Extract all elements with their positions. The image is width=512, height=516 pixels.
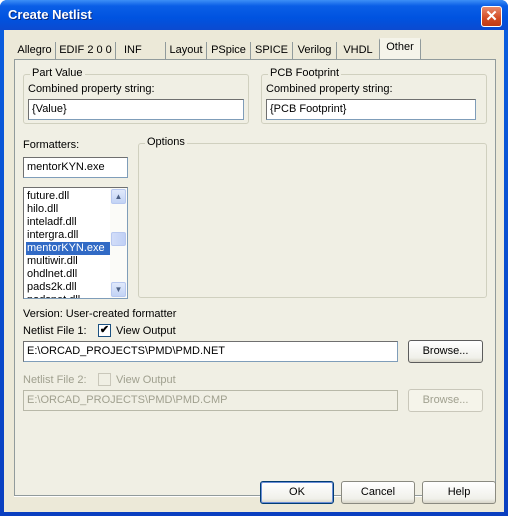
view-output-2-label[interactable]: View Output [116,374,176,386]
list-item[interactable]: padsnet.dll [26,294,110,298]
tab-label: Other [386,41,414,53]
netlist-file-1-label: Netlist File 1: [23,325,87,337]
cancel-button[interactable]: Cancel [341,481,415,504]
create-netlist-dialog: Create Netlist ✕ Allegro EDIF 2 0 0 INF … [0,0,508,516]
tab-vhdl[interactable]: VHDL [337,42,379,60]
help-button[interactable]: Help [422,481,496,504]
list-item[interactable]: hilo.dll [26,203,110,216]
tab-label: VHDL [343,44,373,56]
netlist-file-2-path-input[interactable]: E:\ORCAD_PROJECTS\PMD\PMD.CMP [23,390,398,411]
tab-label: Verilog [297,44,332,56]
tab-inf[interactable]: INF [116,42,166,60]
tab-edif[interactable]: EDIF 2 0 0 [56,42,116,60]
tab-label: Layout [169,44,203,56]
tab-other[interactable]: Other [379,38,421,60]
netlist-file-2-label: Netlist File 2: [23,374,87,386]
list-item[interactable]: ohdlnet.dll [26,268,110,281]
tab-verilog[interactable]: Verilog [293,42,337,60]
scroll-thumb[interactable] [111,232,126,246]
formatters-label: Formatters: [23,139,80,151]
list-item[interactable]: intergra.dll [26,229,110,242]
part-value-group-label: Part Value [30,67,85,79]
ok-button[interactable]: OK [260,481,334,504]
list-item-selected[interactable]: mentorKYN.exe [26,242,110,255]
part-value-field-label: Combined property string: [28,83,155,95]
tab-allegro[interactable]: Allegro [14,42,56,60]
view-output-2-checkbox[interactable] [98,373,111,386]
listbox-scrollbar[interactable]: ▲ ▼ [110,188,127,298]
list-item[interactable]: future.dll [26,190,110,203]
version-text: Version: User-created formatter [23,308,177,320]
pcb-footprint-group-label: PCB Footprint [268,67,342,79]
chevron-down-icon: ▼ [114,285,123,294]
browse-file-2-button[interactable]: Browse... [408,389,483,412]
browse-file-1-button[interactable]: Browse... [408,340,483,363]
formatters-listbox[interactable]: future.dll hilo.dll inteladf.dll intergr… [23,187,128,299]
list-item[interactable]: multiwir.dll [26,255,110,268]
close-x-icon: ✕ [485,8,498,25]
part-value-group: Part Value Combined property string: {Va… [23,67,249,124]
tab-label: Allegro [17,44,52,56]
scroll-up-button[interactable]: ▲ [111,189,126,204]
view-output-1-checkbox[interactable]: ✔ [98,324,111,337]
scroll-down-button[interactable]: ▼ [111,282,126,297]
pcb-footprint-input[interactable]: {PCB Footprint} [266,99,476,120]
options-group: Options [138,136,487,298]
pcb-footprint-field-label: Combined property string: [266,83,393,95]
dialog-client-area: Allegro EDIF 2 0 0 INF Layout PSpice SPI… [4,30,504,512]
tab-label: EDIF 2 0 0 [59,44,112,56]
options-group-label: Options [145,136,187,148]
window-title: Create Netlist [8,7,92,22]
part-value-input[interactable]: {Value} [28,99,244,120]
chevron-up-icon: ▲ [114,192,123,201]
close-button[interactable]: ✕ [481,6,502,27]
tab-layout[interactable]: Layout [166,42,207,60]
tab-label: SPICE [254,44,288,56]
list-item[interactable]: inteladf.dll [26,216,110,229]
title-bar[interactable]: Create Netlist ✕ [0,0,508,30]
tab-spice[interactable]: SPICE [251,42,293,60]
formatter-name-input[interactable]: mentorKYN.exe [23,157,128,178]
tab-label: INF [124,44,142,56]
tab-pspice[interactable]: PSpice [207,42,251,60]
view-output-1-label[interactable]: View Output [116,325,176,337]
pcb-footprint-group: PCB Footprint Combined property string: … [261,67,487,124]
netlist-file-1-path-input[interactable]: E:\ORCAD_PROJECTS\PMD\PMD.NET [23,341,398,362]
tab-label: PSpice [211,44,246,56]
checkmark-icon: ✔ [99,324,110,336]
list-item[interactable]: pads2k.dll [26,281,110,294]
tab-panel-other: Part Value Combined property string: {Va… [14,59,496,495]
